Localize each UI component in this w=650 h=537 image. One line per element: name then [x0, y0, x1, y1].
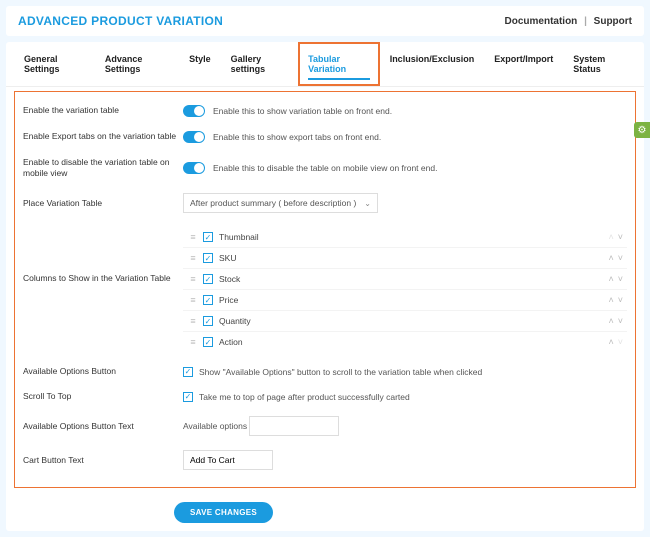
scroll-top-checkbox[interactable]	[183, 392, 193, 402]
move-up-icon[interactable]: ˄	[608, 274, 613, 284]
disable-mobile-label: Enable to disable the variation table on…	[23, 157, 183, 179]
avail-text-label: Available Options Button Text	[23, 421, 183, 432]
header-links: Documentation | Support	[505, 16, 632, 27]
scroll-top-label: Scroll To Top	[23, 391, 183, 402]
drag-handle-icon[interactable]: ≡	[183, 337, 203, 347]
column-name: Stock	[219, 274, 240, 284]
disable-mobile-toggle[interactable]	[183, 162, 205, 174]
enable-table-desc: Enable this to show variation table on f…	[213, 106, 392, 116]
move-down-icon[interactable]: ˅	[618, 274, 623, 284]
scroll-top-desc: Take me to top of page after product suc…	[199, 392, 410, 402]
column-item: ≡ SKU ˄ ˅	[183, 248, 627, 269]
column-name: Action	[219, 337, 243, 347]
move-down-icon[interactable]: ˅	[618, 253, 623, 263]
drag-handle-icon[interactable]: ≡	[183, 295, 203, 305]
chevron-down-icon: ⌄	[364, 199, 371, 208]
avail-text-input[interactable]	[249, 416, 339, 436]
gear-icon: ⚙	[638, 125, 647, 136]
support-link[interactable]: Support	[594, 16, 632, 27]
column-name: Thumbnail	[219, 232, 259, 242]
place-table-selected: After product summary ( before descripti…	[190, 198, 356, 208]
main-panel: ⚙ General Settings Advance Settings Styl…	[6, 42, 644, 531]
settings-panel: Enable the variation table Enable this t…	[14, 91, 636, 488]
tab-style[interactable]: Style	[179, 42, 221, 86]
separator: |	[584, 16, 587, 27]
column-checkbox[interactable]	[203, 337, 213, 347]
enable-table-label: Enable the variation table	[23, 105, 183, 116]
column-item: ≡ Action ˄ ˅	[183, 332, 627, 352]
tab-system-status[interactable]: System Status	[563, 42, 636, 86]
column-item: ≡ Stock ˄ ˅	[183, 269, 627, 290]
column-checkbox[interactable]	[203, 316, 213, 326]
columns-list: ≡ Thumbnail ˄ ˅ ≡ SKU ˄ ˅ ≡ Stock ˄ ˅ ≡ Price ˄ ˅ ≡ Quant…	[183, 227, 627, 352]
tab-tabular-variation[interactable]: Tabular Variation	[298, 42, 380, 86]
column-name: SKU	[219, 253, 236, 263]
drag-handle-icon[interactable]: ≡	[183, 274, 203, 284]
column-item: ≡ Quantity ˄ ˅	[183, 311, 627, 332]
move-down-icon: ˅	[618, 337, 623, 347]
place-table-select[interactable]: After product summary ( before descripti…	[183, 193, 378, 213]
enable-export-desc: Enable this to show export tabs on front…	[213, 132, 381, 142]
page-title: ADVANCED PRODUCT VARIATION	[18, 14, 223, 28]
enable-table-toggle[interactable]	[183, 105, 205, 117]
cart-text-input[interactable]	[183, 450, 273, 470]
enable-export-toggle[interactable]	[183, 131, 205, 143]
settings-fab[interactable]: ⚙	[634, 122, 650, 138]
tab-general-settings[interactable]: General Settings	[14, 42, 95, 86]
tab-inclusion-exclusion[interactable]: Inclusion/Exclusion	[380, 42, 485, 86]
move-down-icon[interactable]: ˅	[618, 316, 623, 326]
header-bar: ADVANCED PRODUCT VARIATION Documentation…	[6, 6, 644, 36]
drag-handle-icon[interactable]: ≡	[183, 316, 203, 326]
move-up-icon[interactable]: ˄	[608, 253, 613, 263]
move-up-icon[interactable]: ˄	[608, 295, 613, 305]
avail-btn-desc: Show "Available Options" button to scrol…	[199, 367, 482, 377]
move-up-icon[interactable]: ˄	[608, 316, 613, 326]
cart-text-label: Cart Button Text	[23, 455, 183, 466]
save-changes-button[interactable]: SAVE CHANGES	[174, 502, 273, 523]
move-up-icon: ˄	[608, 232, 613, 242]
move-up-icon[interactable]: ˄	[608, 337, 613, 347]
move-down-icon[interactable]: ˅	[618, 295, 623, 305]
avail-btn-label: Available Options Button	[23, 366, 183, 377]
disable-mobile-desc: Enable this to disable the table on mobi…	[213, 163, 437, 173]
move-down-icon[interactable]: ˅	[618, 232, 623, 242]
place-table-label: Place Variation Table	[23, 198, 183, 209]
avail-btn-checkbox[interactable]	[183, 367, 193, 377]
tab-advance-settings[interactable]: Advance Settings	[95, 42, 179, 86]
columns-label: Columns to Show in the Variation Table	[23, 227, 183, 284]
tab-export-import[interactable]: Export/Import	[484, 42, 563, 86]
column-checkbox[interactable]	[203, 295, 213, 305]
enable-export-label: Enable Export tabs on the variation tabl…	[23, 131, 183, 142]
drag-handle-icon[interactable]: ≡	[183, 232, 203, 242]
column-name: Quantity	[219, 316, 251, 326]
column-name: Price	[219, 295, 238, 305]
column-item: ≡ Thumbnail ˄ ˅	[183, 227, 627, 248]
avail-text-prefix: Available options	[183, 421, 247, 431]
column-checkbox[interactable]	[203, 232, 213, 242]
tab-gallery-settings[interactable]: Gallery settings	[221, 42, 298, 86]
column-checkbox[interactable]	[203, 274, 213, 284]
tabs-nav: General Settings Advance Settings Style …	[6, 42, 644, 87]
column-checkbox[interactable]	[203, 253, 213, 263]
drag-handle-icon[interactable]: ≡	[183, 253, 203, 263]
column-item: ≡ Price ˄ ˅	[183, 290, 627, 311]
documentation-link[interactable]: Documentation	[505, 16, 578, 27]
